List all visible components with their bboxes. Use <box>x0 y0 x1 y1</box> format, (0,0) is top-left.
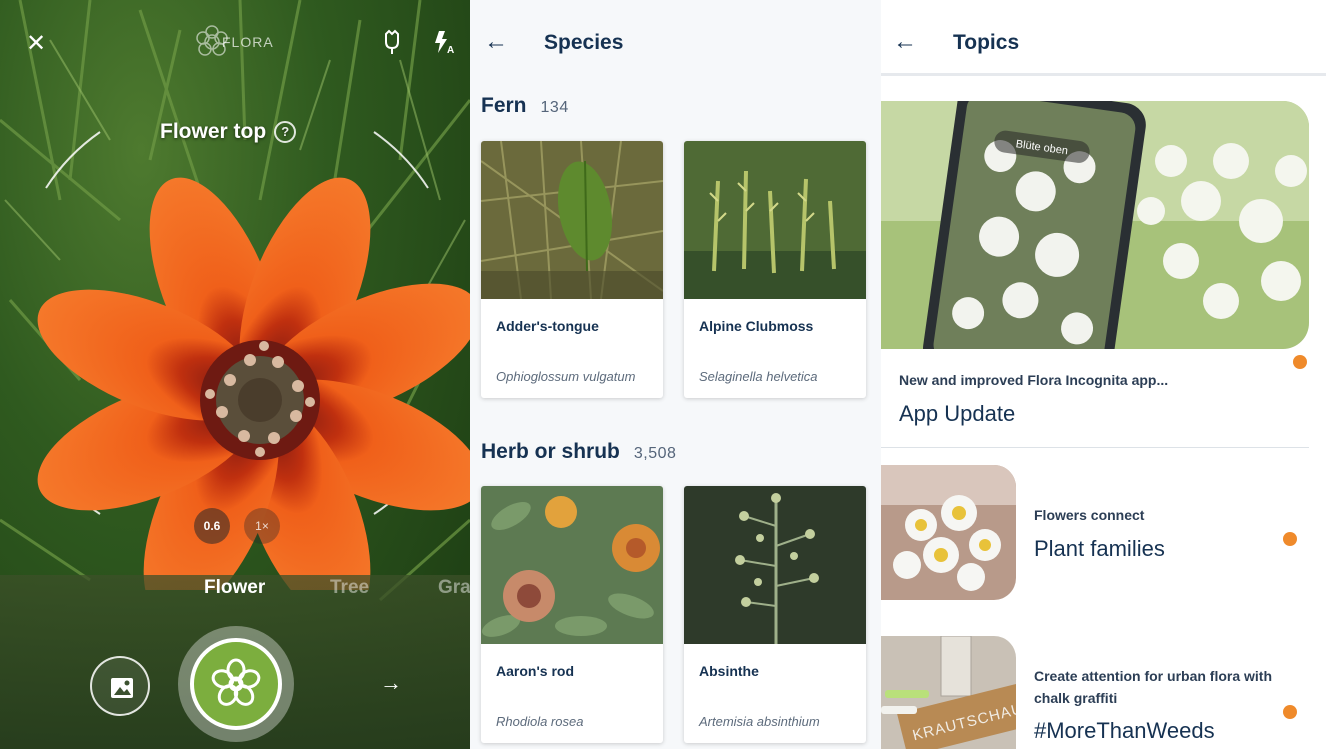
hint-text: Flower top <box>160 120 267 143</box>
species-photo <box>684 486 866 644</box>
topic-subtitle: Flowers connect <box>1034 507 1145 523</box>
next-arrow-icon[interactable]: → <box>380 670 402 696</box>
mode-tab-flower[interactable]: Flower <box>204 577 265 599</box>
section-name: Herb or shrub <box>481 440 620 463</box>
shutter-button[interactable] <box>178 626 294 742</box>
logo-text: FLORA <box>222 34 274 50</box>
section-count: 3,508 <box>633 445 677 462</box>
help-icon[interactable]: ? <box>274 121 297 143</box>
topics-app-bar: ← Topics <box>881 0 1326 76</box>
topic-title[interactable]: #MoreThanWeeds <box>1034 718 1215 744</box>
species-name: Alpine Clubmoss <box>699 318 814 334</box>
zoom-wide-button[interactable]: 0.6 <box>194 508 230 544</box>
flash-auto-icon[interactable]: A <box>430 28 458 56</box>
page-title: Topics <box>953 31 1020 54</box>
topic-thumbnail[interactable] <box>881 465 1016 600</box>
close-icon[interactable]: ✕ <box>22 30 50 58</box>
topic-subtitle: Create attention for urban flora with ch… <box>1034 668 1273 706</box>
species-app-bar: ← Species <box>470 0 881 80</box>
section-header-fern: Fern 134 <box>481 94 569 118</box>
chalk-graffiti-photo: KRAUTSCHAU <box>881 636 1016 749</box>
camera-view[interactable]: ✕ FLORA A Flower top ? 0.6 1× Flower Tre… <box>0 0 470 749</box>
image-icon <box>111 678 133 698</box>
flower-icon <box>211 658 261 706</box>
unread-dot <box>1283 705 1297 719</box>
shutter-core[interactable] <box>190 638 282 730</box>
zoom-normal-button[interactable]: 1× <box>244 508 280 544</box>
topic-title[interactable]: App Update <box>899 401 1015 427</box>
species-latin: Ophioglossum vulgatum <box>496 369 636 384</box>
page-title: Species <box>544 31 624 54</box>
back-arrow-icon[interactable]: ← <box>484 30 508 54</box>
topic-hero-image[interactable]: Blüte oben <box>881 101 1309 349</box>
topic-divider <box>881 447 1309 448</box>
species-name: Aaron's rod <box>496 663 575 679</box>
unread-dot <box>1293 355 1307 369</box>
topic-title[interactable]: Plant families <box>1034 536 1165 562</box>
species-latin: Rhodiola rosea <box>496 714 584 729</box>
section-name: Fern <box>481 94 527 117</box>
capture-hint: Flower top ? <box>160 120 297 144</box>
species-card[interactable]: Alpine Clubmoss Selaginella helvetica <box>684 141 866 398</box>
screen: ✕ FLORA A Flower top ? 0.6 1× Flower Tre… <box>0 0 1326 749</box>
flower-part-icon[interactable] <box>380 28 404 56</box>
topic-thumbnail[interactable]: KRAUTSCHAU <box>881 636 1016 749</box>
species-name: Absinthe <box>699 663 759 679</box>
unread-dot <box>1283 532 1297 546</box>
species-card[interactable]: Aaron's rod Rhodiola rosea <box>481 486 663 743</box>
mode-selector: Flower Tree Grass <box>0 577 470 607</box>
species-photo <box>481 141 663 300</box>
section-count: 134 <box>540 99 569 116</box>
topic-subtitle: New and improved Flora Incognita app... <box>899 372 1169 388</box>
species-latin: Artemisia absinthium <box>699 714 820 729</box>
mode-tab-grass[interactable]: Grass <box>438 577 470 599</box>
species-screen: ← Species Fern 134 Adder's-tongue Ophiogl… <box>470 0 881 749</box>
species-card[interactable]: Adder's-tongue Ophioglossum vulgatum <box>481 141 663 398</box>
species-card[interactable]: Absinthe Artemisia absinthium <box>684 486 866 743</box>
daisy-photo <box>881 465 1016 600</box>
svg-text:A: A <box>447 45 454 56</box>
section-header-herb: Herb or shrub 3,508 <box>481 440 676 464</box>
topics-screen: ← Topics Blüte oben New and improved Flo… <box>881 0 1326 749</box>
gallery-button[interactable] <box>90 656 150 716</box>
species-latin: Selaginella helvetica <box>699 369 818 384</box>
app-update-photo: Blüte oben <box>881 101 1309 349</box>
back-arrow-icon[interactable]: ← <box>893 30 917 54</box>
species-photo <box>481 486 663 644</box>
species-photo <box>684 141 866 299</box>
mode-tab-tree[interactable]: Tree <box>330 577 369 599</box>
species-name: Adder's-tongue <box>496 318 599 334</box>
